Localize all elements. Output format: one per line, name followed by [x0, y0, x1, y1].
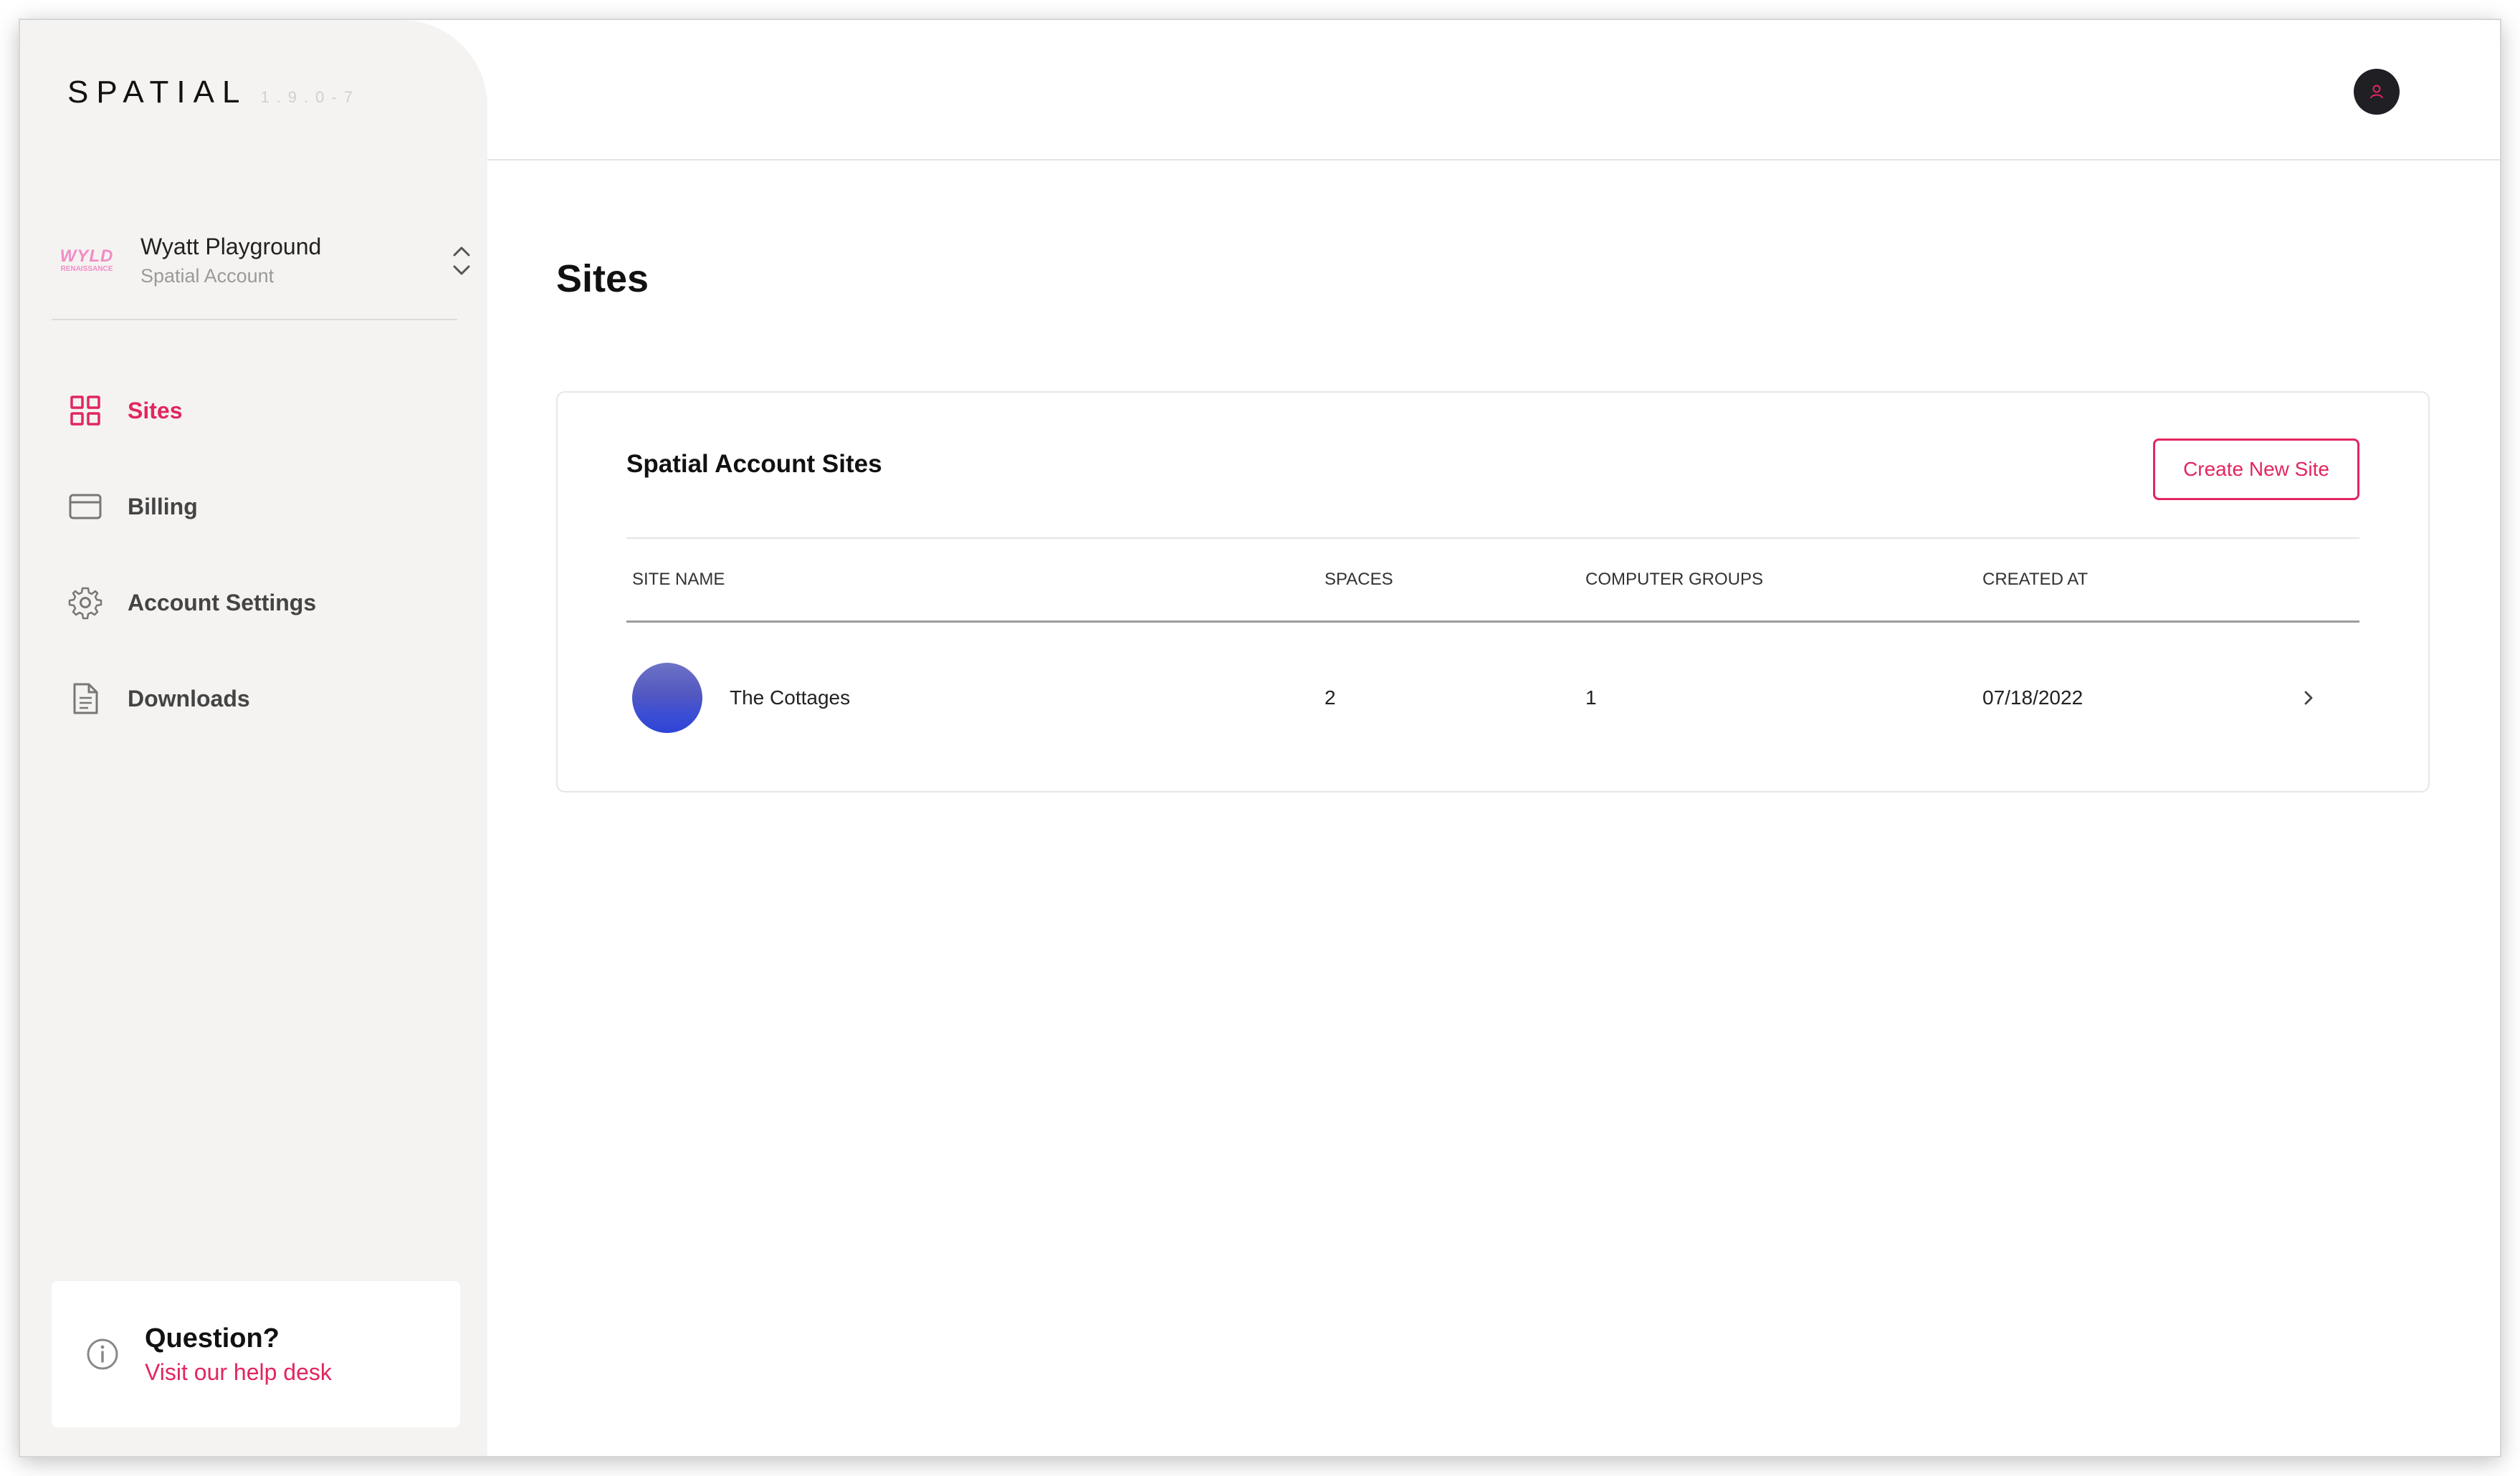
account-type: Spatial Account: [140, 265, 275, 287]
sidebar-item-account-settings[interactable]: Account Settings: [63, 555, 464, 651]
column-header-created-at[interactable]: CREATED AT: [1982, 570, 2088, 590]
brand: SPATIAL 1.9.0-7: [67, 75, 360, 110]
column-header-spaces[interactable]: SPACES: [1325, 570, 1393, 590]
help-title: Question?: [145, 1323, 280, 1353]
account-logo: WYLD RENAISSANCE: [59, 239, 115, 282]
chevron-up-down-icon[interactable]: [447, 236, 476, 286]
table-header: SITE NAME SPACES COMPUTER GROUPS CREATED…: [626, 537, 2359, 623]
help-text: Question? Visit our help desk: [145, 1321, 332, 1388]
info-icon: [85, 1336, 120, 1372]
app-version: 1.9.0-7: [260, 88, 360, 106]
help-card: Question? Visit our help desk: [52, 1281, 460, 1427]
chevron-right-icon[interactable]: [2298, 687, 2319, 709]
created-at: 07/18/2022: [1982, 686, 2084, 709]
spaces-count: 2: [1325, 686, 1336, 709]
page-title: Sites: [556, 257, 649, 300]
sites-table: SITE NAME SPACES COMPUTER GROUPS CREATED…: [626, 537, 2359, 773]
column-header-site-name[interactable]: SITE NAME: [632, 570, 725, 590]
document-icon: [63, 676, 108, 721]
site-thumbnail: [632, 663, 702, 733]
app-window: SPATIAL 1.9.0-7 WYLD RENAISSANCE Wyatt P…: [20, 20, 2500, 1456]
site-name: The Cottages: [730, 686, 851, 709]
sidebar-item-downloads[interactable]: Downloads: [63, 651, 464, 747]
sidebar-item-label: Account Settings: [128, 589, 317, 615]
sidebar-nav: Sites Billing Account Settings Downloads: [63, 363, 464, 747]
sites-card: Spatial Account Sites Create New Site SI…: [556, 391, 2430, 792]
sidebar-divider: [52, 319, 457, 320]
gear-icon: [63, 580, 108, 625]
credit-card-icon: [63, 484, 108, 529]
create-new-site-button[interactable]: Create New Site: [2153, 439, 2359, 500]
brand-logo: SPATIAL: [67, 75, 248, 110]
sidebar-item-billing[interactable]: Billing: [63, 459, 464, 555]
user-avatar[interactable]: [2354, 69, 2400, 115]
account-logo-text: WYLD: [59, 246, 114, 266]
sidebar-item-sites[interactable]: Sites: [63, 363, 464, 459]
sidebar-item-label: Billing: [128, 493, 198, 519]
top-bar: [487, 20, 2500, 160]
account-info: Wyatt Playground Spatial Account: [140, 231, 447, 290]
table-row[interactable]: The Cottages 2 1 07/18/2022: [626, 623, 2359, 773]
sidebar-item-label: Downloads: [128, 685, 250, 711]
sidebar: SPATIAL 1.9.0-7 WYLD RENAISSANCE Wyatt P…: [20, 20, 487, 1456]
help-desk-link[interactable]: Visit our help desk: [145, 1356, 332, 1388]
sidebar-item-label: Sites: [128, 397, 183, 423]
computer-groups-count: 1: [1585, 686, 1597, 709]
grid-icon: [63, 388, 108, 433]
account-switcher[interactable]: WYLD RENAISSANCE Wyatt Playground Spatia…: [59, 211, 476, 311]
card-title: Spatial Account Sites: [626, 450, 882, 478]
account-logo-subtext: RENAISSANCE: [60, 265, 113, 273]
user-icon: [2370, 85, 2383, 99]
column-header-computer-groups[interactable]: COMPUTER GROUPS: [1585, 570, 1763, 590]
account-name: Wyatt Playground: [140, 234, 322, 259]
